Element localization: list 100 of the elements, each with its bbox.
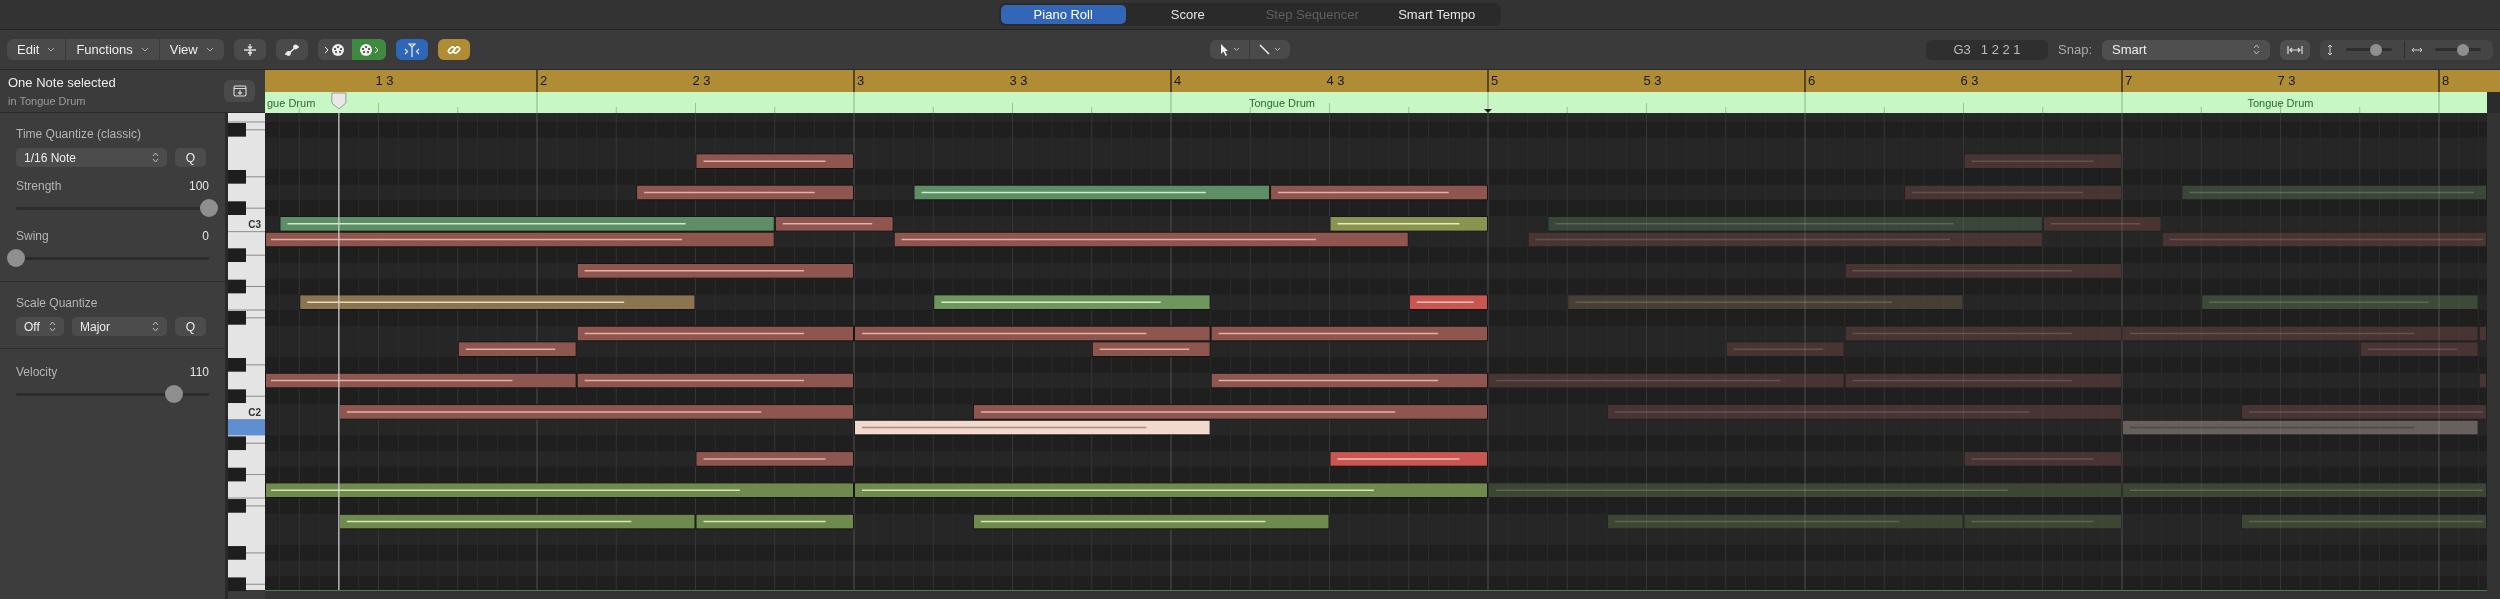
midi-note[interactable] [299, 294, 696, 310]
slider-value: 100 [188, 178, 209, 195]
bar-number: 8 [2442, 73, 2450, 88]
menu-button[interactable]: Functions [66, 39, 160, 60]
playhead-handle[interactable] [331, 92, 347, 110]
snap-label: Snap: [2058, 40, 2092, 59]
collapse-button[interactable] [224, 80, 255, 102]
midi-note[interactable] [854, 482, 1488, 499]
slider-value: 110 [189, 364, 209, 381]
bar-number: 3 [857, 73, 865, 88]
midi-note[interactable] [854, 325, 1211, 342]
up-down-arrows-icon [152, 321, 159, 332]
fit-width-icon [2287, 44, 2303, 55]
chevron-down-icon [1274, 47, 1281, 52]
chevron-down-icon [1232, 47, 1240, 52]
bar-number: 7 3 [2277, 73, 2296, 88]
chevron-down-icon [205, 47, 214, 52]
midi-note[interactable] [338, 513, 696, 530]
horizontal-zoom-icon [2411, 45, 2423, 54]
midi-out-icon [357, 42, 380, 57]
auto-zoom-button[interactable] [233, 39, 266, 60]
piano-keyboard-drawing[interactable] [228, 113, 265, 592]
pitch-text: G3 [1953, 40, 1971, 59]
selected-note[interactable] [854, 419, 1211, 436]
midi-note[interactable] [1091, 341, 1211, 358]
view-tab[interactable]: Score [1125, 5, 1250, 24]
midi-note[interactable] [1210, 325, 1488, 342]
looped-note [2478, 372, 2487, 389]
slider-thumb[interactable] [2456, 43, 2469, 56]
slider-label: Strength [16, 178, 62, 195]
view-tab[interactable]: Smart Tempo [1374, 5, 1499, 24]
midi-note[interactable] [1329, 451, 1488, 467]
midi-note[interactable] [265, 231, 775, 248]
up-down-arrows-icon [2253, 44, 2260, 55]
midi-note[interactable] [893, 231, 1409, 248]
quantize-button[interactable]: Q [175, 317, 206, 336]
midi-note[interactable] [972, 513, 1330, 530]
section-heading: Scale Quantize [16, 295, 99, 312]
vertical-zoom-icon [2326, 43, 2334, 56]
octave-label: C2 [248, 406, 261, 418]
catch-icon [403, 42, 420, 57]
slider-thumb[interactable] [7, 249, 25, 267]
midi-note[interactable] [338, 404, 854, 420]
midi-note[interactable] [1329, 216, 1488, 232]
menu-button[interactable]: View [159, 39, 224, 60]
scale-type-dropdown[interactable]: Major [72, 317, 167, 336]
slider-thumb[interactable] [2369, 43, 2382, 56]
fit-button[interactable] [2280, 39, 2310, 60]
slider-thumb[interactable] [165, 385, 184, 403]
position-text: 1 2 2 1 [1980, 40, 2021, 59]
midi-note[interactable] [265, 372, 577, 389]
midi-note[interactable] [695, 451, 854, 467]
view-tab[interactable]: Piano Roll [1001, 5, 1126, 24]
curve-button[interactable] [275, 39, 308, 60]
scale-mode-dropdown[interactable]: Off [16, 317, 64, 336]
bar-number: 2 3 [692, 73, 711, 88]
collapse-icon [242, 42, 257, 57]
region-name: Tongue Drum [1248, 97, 1315, 109]
region-name: gue Drum [267, 97, 316, 109]
chevron-down-icon [47, 47, 56, 52]
midi-note[interactable] [1210, 372, 1488, 389]
midi-note[interactable] [1408, 294, 1488, 310]
curve-icon [283, 43, 300, 56]
snap-dropdown[interactable]: Smart [2102, 39, 2270, 60]
selection-title: One Note selected [8, 74, 116, 92]
midi-note[interactable] [774, 216, 894, 232]
midi-note[interactable] [695, 153, 854, 169]
bar-number: 5 [1491, 73, 1499, 88]
catch-button[interactable] [395, 39, 428, 60]
midi-note[interactable] [1270, 184, 1488, 201]
menu-button[interactable]: Edit [7, 39, 67, 60]
midi-note[interactable] [457, 341, 577, 358]
up-down-arrows-icon [49, 321, 56, 332]
bar-number: 1 3 [375, 73, 394, 88]
bar-number: 3 3 [1009, 73, 1028, 88]
download-box-icon [232, 85, 247, 97]
bar-number: 6 3 [1960, 73, 1979, 88]
bar-number: 6 [1808, 73, 1816, 88]
slider-label: Velocity [16, 364, 58, 381]
midi-out-button[interactable] [351, 39, 386, 60]
midi-note[interactable] [576, 263, 854, 279]
midi-note[interactable] [636, 184, 854, 201]
up-down-arrows-icon [152, 152, 159, 163]
chevron-down-icon [140, 47, 149, 52]
midi-note[interactable] [933, 294, 1211, 310]
selection-subtitle: in Tongue Drum [8, 93, 87, 109]
midi-note[interactable] [913, 184, 1271, 201]
midi-note[interactable] [576, 325, 854, 342]
quantize-button[interactable]: Q [175, 148, 206, 167]
quantize-value-dropdown[interactable]: 1/16 Note [16, 148, 167, 167]
midi-note[interactable] [695, 513, 854, 530]
pencil-icon [1259, 44, 1270, 55]
slider-thumb[interactable] [200, 199, 218, 217]
slider-label: Swing [16, 228, 49, 245]
link-button[interactable] [437, 39, 470, 60]
midi-note[interactable] [265, 482, 854, 499]
midi-note[interactable] [576, 372, 854, 389]
section-heading: Time Quantize (classic) [16, 126, 142, 143]
midi-note[interactable] [279, 216, 775, 232]
midi-note[interactable] [972, 404, 1488, 420]
